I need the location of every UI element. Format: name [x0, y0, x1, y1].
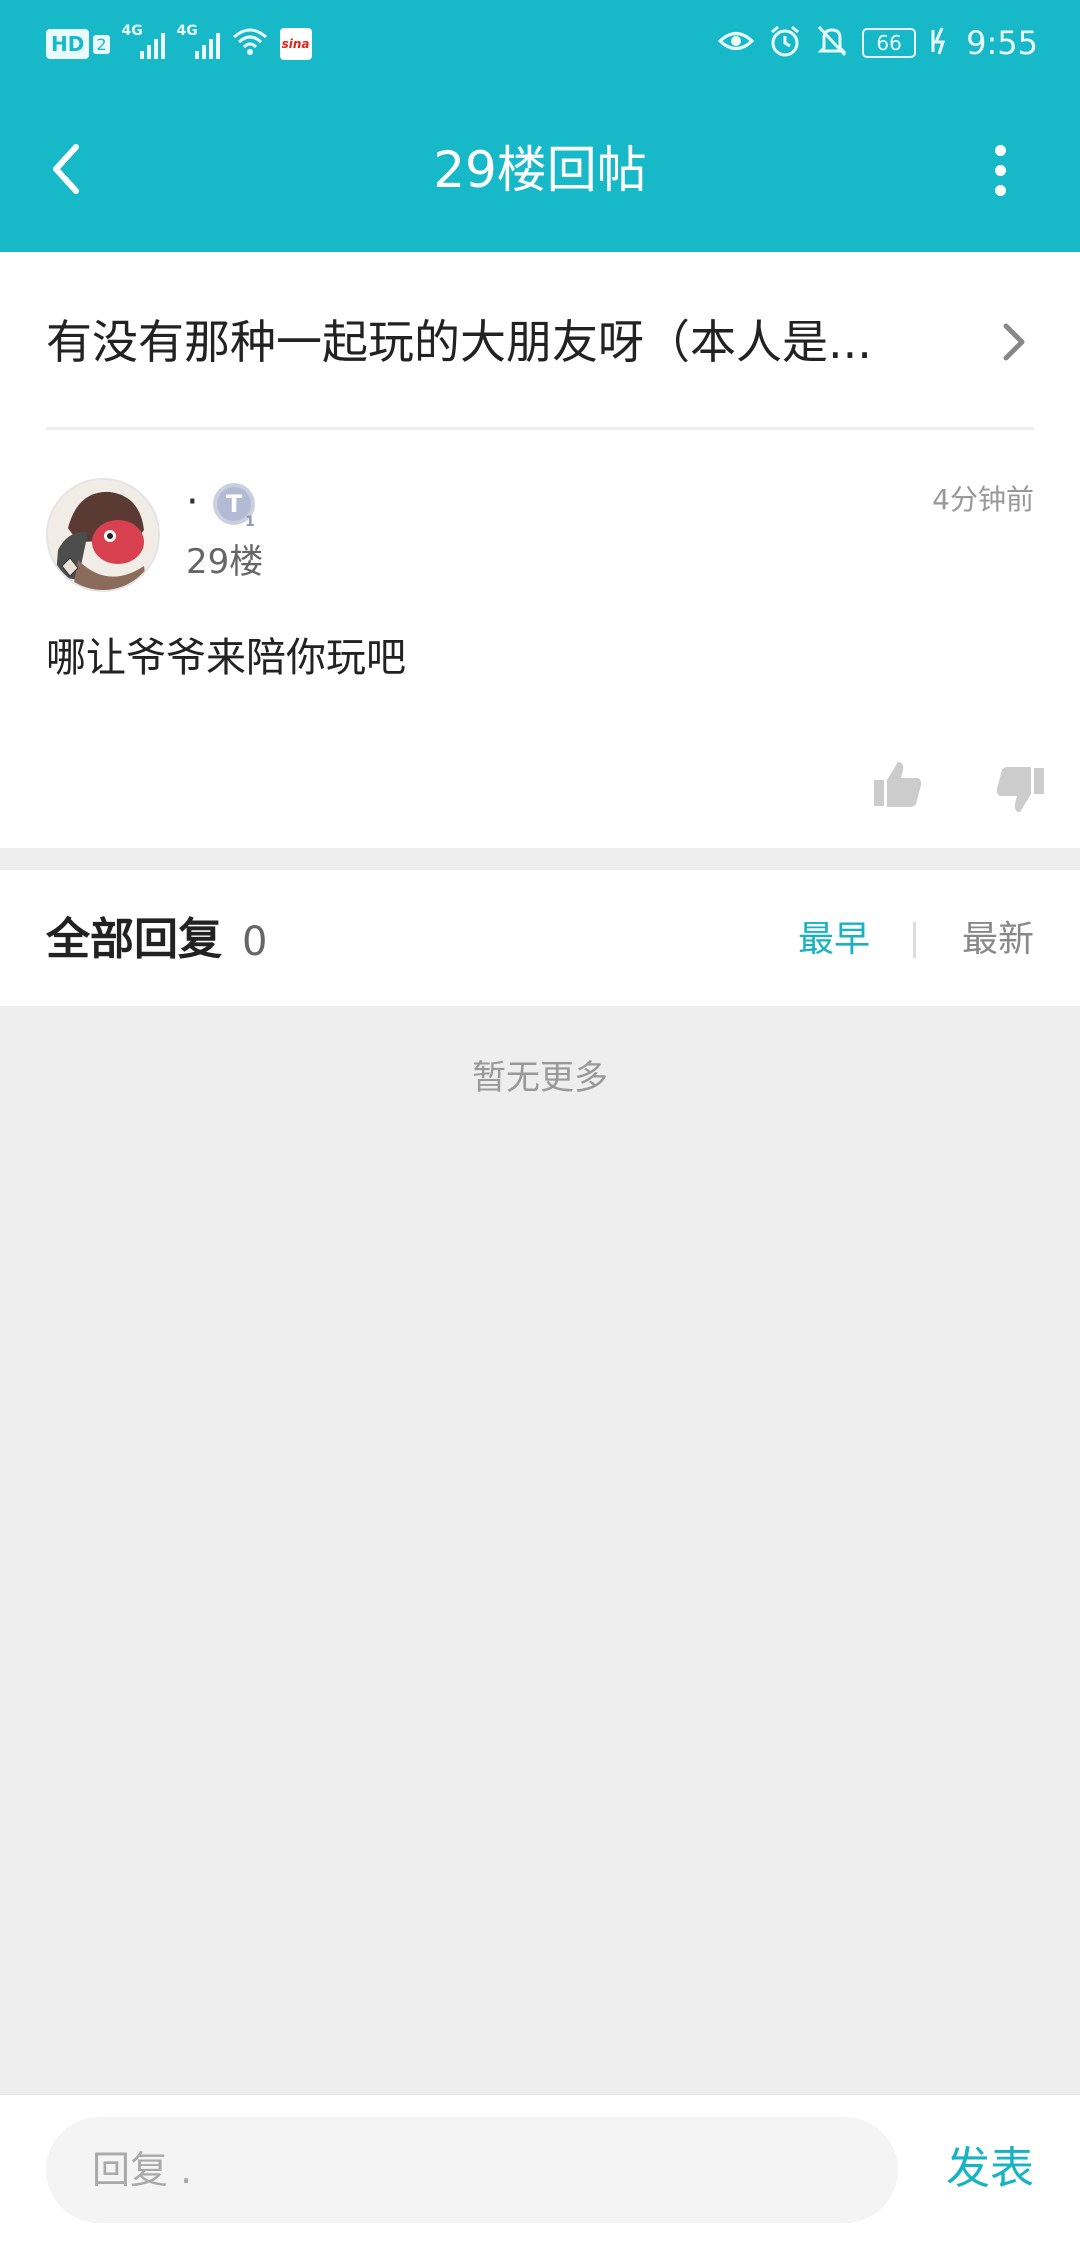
section-divider: [0, 848, 1080, 870]
page-title: 29楼回帖: [433, 141, 647, 199]
empty-state-text: 暂无更多: [472, 1058, 608, 1098]
alarm-icon: [768, 24, 802, 62]
status-bar: HD 2 4G 4G sina 66 9:55: [0, 0, 1080, 86]
thumbs-down-icon: [996, 767, 1044, 812]
floor-post: · T 1 29楼 4分钟前 哪让爷爷来陪你玩吧: [0, 430, 1080, 848]
author-name[interactable]: ·: [186, 480, 199, 524]
like-button[interactable]: [872, 758, 924, 810]
thumbs-up-icon: [874, 762, 922, 807]
replies-title: 全部回复: [46, 914, 222, 965]
mute-bell-icon: [816, 24, 848, 62]
post-time: 4分钟前: [932, 483, 1034, 516]
reply-input[interactable]: [46, 2117, 898, 2223]
level-badge-sub: 1: [245, 514, 255, 530]
eye-icon: [717, 26, 755, 60]
publish-button[interactable]: 发表: [946, 2141, 1034, 2197]
charging-icon: [930, 26, 952, 60]
signal-icon-2: 4G: [177, 23, 220, 59]
sort-newest-tab[interactable]: 最新: [962, 918, 1034, 962]
signal-label-2: 4G: [176, 23, 198, 39]
floor-number: 29楼: [186, 542, 264, 582]
status-left: HD 2 4G 4G sina: [46, 22, 312, 66]
avatar-image: [48, 480, 158, 590]
hd-icon: HD: [46, 29, 90, 59]
signal-label-1: 4G: [121, 23, 143, 39]
more-dot-icon: [994, 164, 1006, 176]
thread-title: 有没有那种一起玩的大朋友呀（本人是...: [46, 315, 872, 369]
avatar[interactable]: [46, 478, 160, 592]
sina-app-icon: sina: [279, 28, 312, 60]
dislike-button[interactable]: [994, 764, 1046, 816]
more-dot-icon: [994, 144, 1006, 156]
sim-number: 2: [93, 34, 110, 54]
battery-icon: 66: [862, 28, 917, 58]
title-bar: 29楼回帖: [0, 86, 1080, 252]
more-options-button[interactable]: [980, 138, 1020, 202]
original-thread-link[interactable]: 有没有那种一起玩的大朋友呀（本人是...: [46, 252, 1034, 430]
more-dot-icon: [994, 184, 1006, 196]
chevron-right-icon: [1003, 323, 1025, 361]
replies-count: 0: [242, 919, 268, 965]
sort-separator: [913, 922, 916, 958]
status-right: 66 9:55: [717, 18, 1038, 68]
signal-icon-1: 4G: [122, 23, 165, 59]
reply-bar: 发表: [0, 2094, 1080, 2244]
wifi-icon: [232, 27, 268, 61]
level-badge-icon: T 1: [212, 482, 260, 530]
replies-list: 暂无更多: [0, 1006, 1080, 2094]
page: HD 2 4G 4G sina 66 9:55 29楼回帖 有没有那种一起玩的大…: [0, 0, 1080, 2244]
post-content: 哪让爷爷来陪你玩吧: [46, 635, 406, 681]
level-badge-text: T: [226, 490, 243, 518]
replies-header: 全部回复 0 最早 最新: [0, 870, 1080, 1006]
sort-earliest-tab[interactable]: 最早: [798, 918, 870, 962]
status-time: 9:55: [966, 24, 1038, 62]
